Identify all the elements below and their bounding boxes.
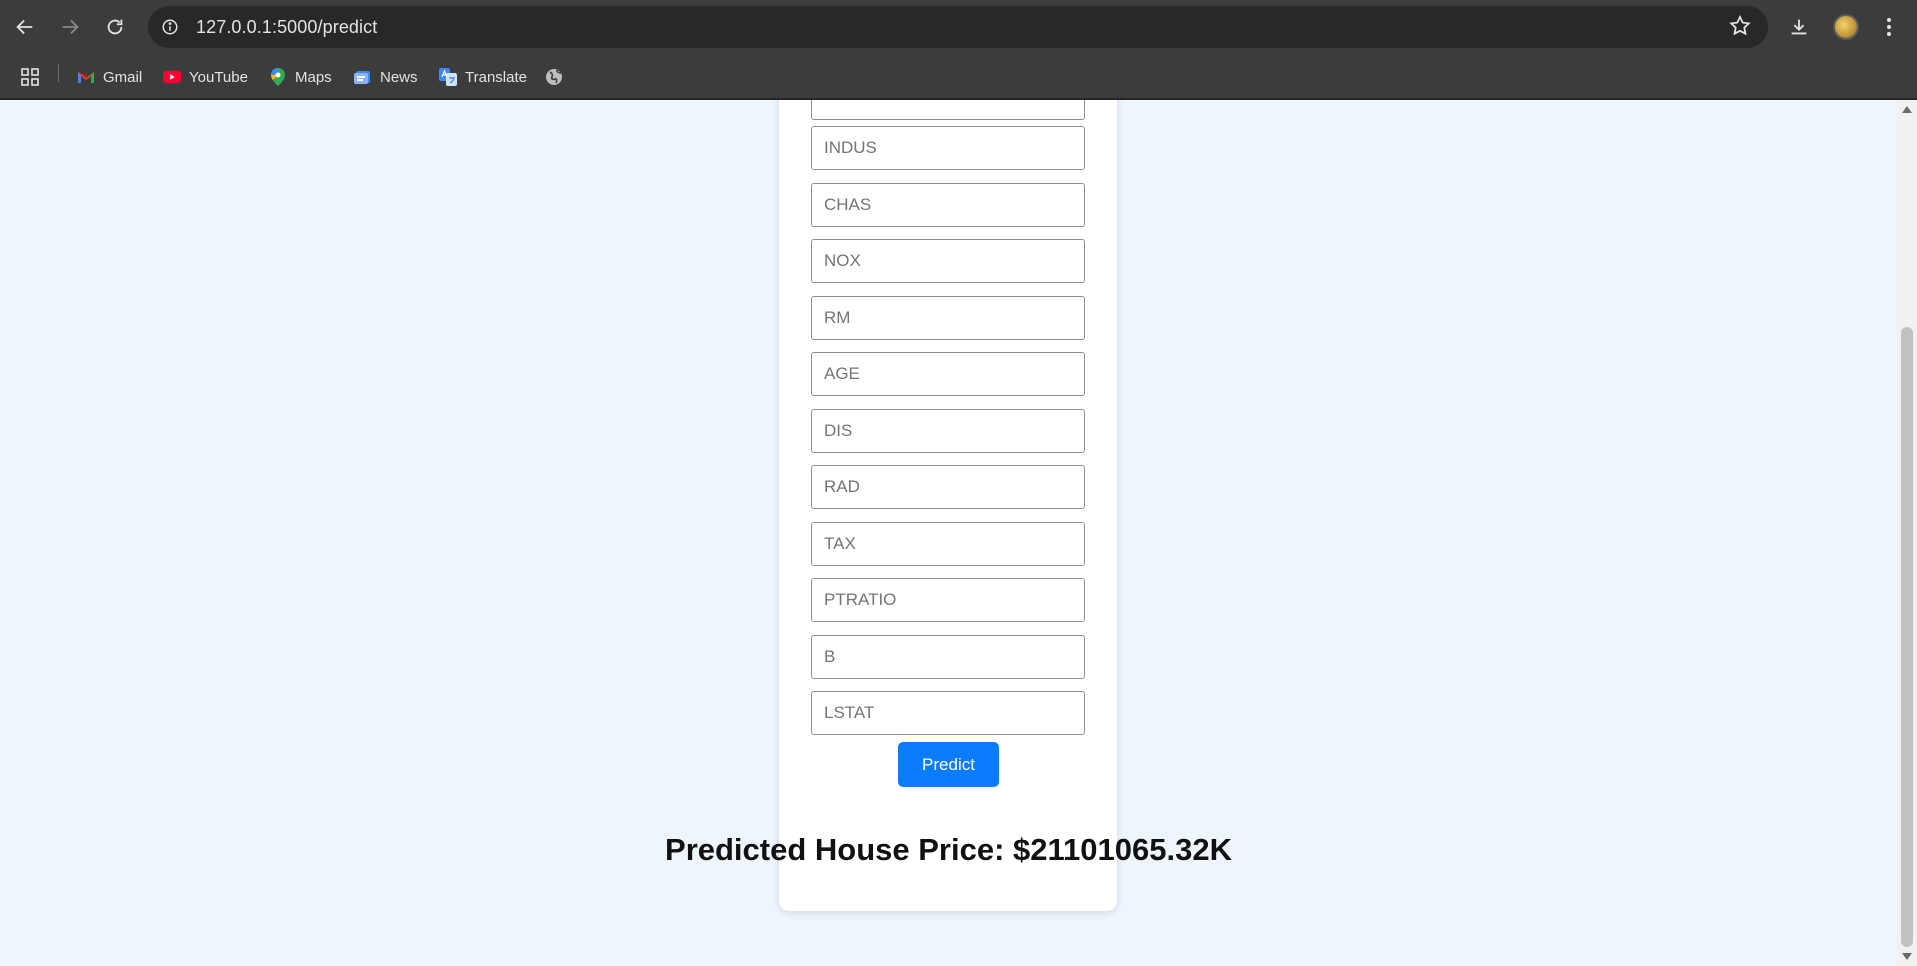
arrow-right-icon: [62, 19, 79, 35]
back-button[interactable]: [5, 7, 45, 47]
predicted-price-heading: Predicted House Price: $21101065.32K: [665, 832, 1232, 867]
lstat-input[interactable]: [811, 691, 1085, 735]
site-info-icon[interactable]: [154, 11, 186, 43]
scrollbar-thumb[interactable]: [1901, 327, 1913, 947]
download-button[interactable]: [1779, 7, 1819, 47]
bookmark-label: Translate: [465, 68, 527, 86]
b-input[interactable]: [811, 635, 1085, 679]
reload-icon: [107, 19, 123, 35]
arrow-left-icon: [16, 19, 33, 35]
indus-input[interactable]: [811, 126, 1085, 170]
address-bar[interactable]: 127.0.0.1:5000/predict: [148, 6, 1768, 48]
youtube-icon: [163, 68, 181, 86]
reload-button[interactable]: [95, 7, 135, 47]
forward-button[interactable]: [50, 7, 90, 47]
bookmark-label: Gmail: [103, 68, 143, 86]
dis-input[interactable]: [811, 409, 1085, 453]
download-icon: [1791, 19, 1807, 35]
gmail-icon: [77, 68, 95, 86]
rm-input[interactable]: [811, 296, 1085, 340]
scroll-up-arrow-icon[interactable]: [1902, 106, 1912, 113]
bookmarks-separator: [58, 64, 59, 82]
apps-button[interactable]: [20, 63, 40, 91]
age-input[interactable]: [811, 352, 1085, 396]
browser-toolbar: 127.0.0.1:5000/predict: [0, 0, 1917, 54]
kebab-menu-icon: [1887, 18, 1891, 36]
menu-button[interactable]: [1869, 7, 1909, 47]
bookmark-translate[interactable]: Translate: [439, 63, 527, 91]
bookmark-web[interactable]: [545, 63, 571, 91]
predict-button[interactable]: Predict: [898, 742, 999, 787]
nox-input[interactable]: [811, 239, 1085, 283]
bookmark-gmail[interactable]: Gmail: [77, 63, 142, 91]
bookmark-youtube[interactable]: YouTube: [163, 63, 248, 91]
bookmark-label: YouTube: [189, 68, 248, 86]
bookmark-maps[interactable]: Maps: [269, 63, 332, 91]
page-scrollbar[interactable]: [1897, 100, 1917, 966]
bookmark-label: News: [380, 68, 418, 86]
apps-grid-icon: [21, 68, 39, 86]
avatar: [1833, 14, 1859, 40]
chas-input[interactable]: [811, 183, 1085, 227]
feature-input-hidden[interactable]: [811, 100, 1085, 120]
bookmark-label: Maps: [295, 68, 332, 86]
bookmark-news[interactable]: News: [354, 63, 418, 91]
page-viewport: Predict Predicted House Price: $21101065…: [0, 100, 1897, 966]
translate-icon: [439, 68, 457, 86]
bookmarks-bar: Gmail YouTube Maps News Translate: [0, 54, 1917, 99]
maps-icon: [269, 68, 287, 86]
url-text[interactable]: 127.0.0.1:5000/predict: [196, 17, 377, 38]
scroll-down-arrow-icon[interactable]: [1902, 953, 1912, 960]
prediction-form-card: Predict: [779, 100, 1117, 911]
tax-input[interactable]: [811, 522, 1085, 566]
bookmark-star-icon[interactable]: [1728, 14, 1752, 43]
globe-icon: [545, 68, 563, 86]
news-icon: [354, 68, 372, 86]
profile-button[interactable]: [1826, 7, 1866, 47]
ptratio-input[interactable]: [811, 578, 1085, 622]
rad-input[interactable]: [811, 465, 1085, 509]
